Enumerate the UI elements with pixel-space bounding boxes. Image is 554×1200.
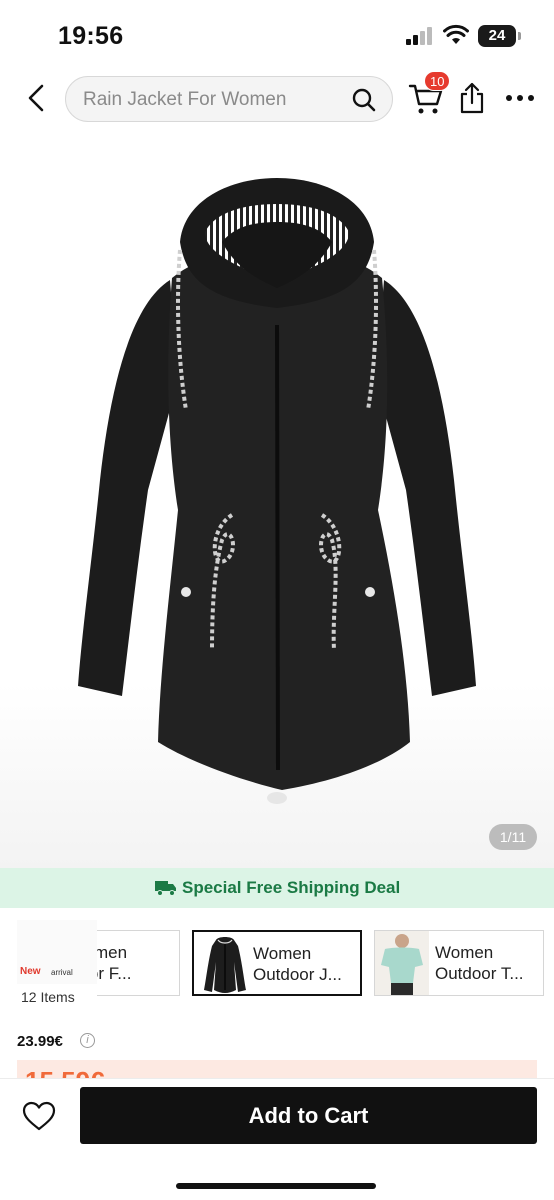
search-bar[interactable]: Rain Jacket For Women (65, 76, 393, 122)
related-item-2[interactable]: Women Outdoor J... (192, 930, 362, 996)
back-arrow-icon[interactable] (22, 80, 52, 116)
cart-badge: 10 (424, 71, 451, 91)
related-products-strip: men door F... New arrival 12 Items Women… (0, 918, 554, 1010)
related-item-title-line1: men (94, 943, 128, 962)
top-navigation: Rain Jacket For Women 10 (0, 66, 554, 130)
signal-icon (406, 27, 432, 45)
home-indicator (176, 1183, 376, 1189)
promo-price-banner: 15.59€ (17, 1060, 537, 1078)
collection-card[interactable]: New arrival 12 Items (17, 920, 97, 1006)
search-icon[interactable] (351, 87, 377, 113)
battery-cap (518, 32, 521, 40)
heart-icon[interactable] (22, 1101, 56, 1131)
wifi-icon (443, 24, 469, 44)
related-item-title-line2: Outdoor J... (253, 965, 342, 984)
new-badge-suffix: arrival (51, 968, 73, 977)
related-item-3[interactable]: Women Outdoor T... (374, 930, 544, 996)
original-price: 23.99€ (17, 1033, 63, 1050)
collection-count: 12 Items (21, 989, 75, 1005)
rain-jacket-image (78, 178, 476, 804)
new-badge: New (20, 966, 41, 977)
related-item-title-line1: Women (253, 944, 312, 963)
status-time: 19:56 (58, 22, 124, 50)
truck-icon (155, 881, 176, 896)
related-item-thumbnail (198, 932, 252, 994)
promo-price: 15.59€ (25, 1066, 105, 1078)
related-item-title-line2: Outdoor T... (435, 964, 524, 983)
image-pager: 1/11 (489, 824, 537, 850)
shipping-banner[interactable]: Special Free Shipping Deal (0, 868, 554, 908)
search-placeholder: Rain Jacket For Women (83, 89, 287, 110)
more-icon[interactable] (505, 94, 535, 102)
shipping-text: Special Free Shipping Deal (182, 878, 401, 897)
battery-icon: 24 (478, 25, 516, 47)
add-to-cart-button[interactable]: Add to Cart (80, 1087, 537, 1144)
status-bar: 19:56 24 (0, 0, 554, 66)
bottom-action-bar: Add to Cart (0, 1078, 554, 1200)
related-item-thumbnail (375, 931, 429, 995)
share-icon[interactable] (459, 82, 485, 114)
info-icon[interactable]: i (80, 1033, 95, 1048)
product-image-gallery[interactable]: 1/11 (0, 130, 554, 868)
related-item-title-line1: Women (435, 943, 494, 962)
